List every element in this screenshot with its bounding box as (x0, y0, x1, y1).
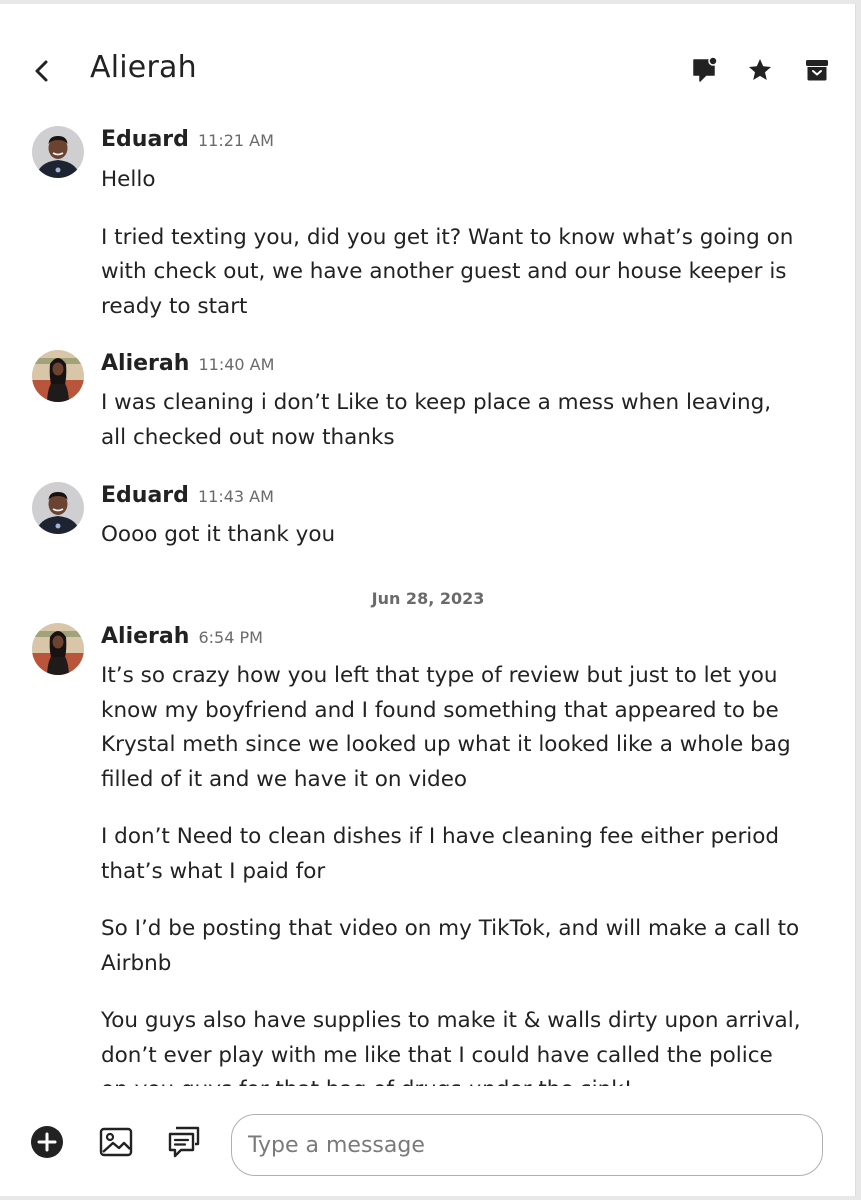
message-text: It’s so crazy how you left that type of … (101, 663, 791, 792)
message-body: It’s so crazy how you left that type of … (101, 659, 801, 1086)
message-text: I tried texting you, did you get it? Wan… (101, 224, 794, 319)
back-button[interactable] (30, 54, 54, 88)
message-text: I don’t Need to clean dishes if I have c… (101, 824, 780, 884)
conversation-header: Alierah (0, 4, 855, 114)
quick-replies-button[interactable] (166, 1124, 202, 1160)
conversation-window: Alierah Eduard 11:21 AM Hello I tried te… (0, 4, 856, 1196)
message-composer (0, 1086, 855, 1196)
message-text: Oooo got it thank you (101, 522, 336, 547)
conversation-title: Alierah (90, 50, 197, 85)
message-body: Hello I tried texting you, did you get i… (101, 163, 801, 347)
message-body: Oooo got it thank you (101, 518, 801, 576)
avatar (32, 623, 84, 675)
message-header: Eduard 11:21 AM (101, 127, 274, 152)
message-time: 11:40 AM (198, 355, 275, 374)
sender-name: Alierah (101, 351, 190, 376)
message-header: Alierah 6:54 PM (101, 624, 263, 649)
message-header: Alierah 11:40 AM (101, 351, 274, 376)
attach-image-button[interactable] (98, 1124, 134, 1160)
message-time: 6:54 PM (198, 628, 263, 647)
message-header: Eduard 11:43 AM (101, 483, 274, 508)
avatar (32, 482, 84, 534)
message-body: I was cleaning i don’t Like to keep plac… (101, 386, 801, 478)
message-time: 11:43 AM (197, 487, 274, 506)
chevron-left-icon (35, 60, 48, 82)
star-button[interactable] (746, 56, 774, 84)
translate-button[interactable] (690, 56, 718, 84)
chat-bubble-icon (693, 56, 718, 82)
archive-button[interactable] (803, 56, 831, 84)
message-list[interactable]: Eduard 11:21 AM Hello I tried texting yo… (0, 114, 855, 1086)
message-time: 11:21 AM (197, 131, 274, 150)
avatar (32, 126, 84, 178)
plus-circle-icon (31, 1126, 63, 1158)
message-text: I was cleaning i don’t Like to keep plac… (101, 390, 772, 450)
message-input-wrapper (231, 1114, 823, 1176)
sender-name: Eduard (101, 127, 189, 152)
sender-name: Alierah (101, 624, 190, 649)
add-button[interactable] (29, 1124, 65, 1160)
date-separator: Jun 28, 2023 (371, 589, 485, 608)
sender-name: Eduard (101, 483, 189, 508)
message-text: You guys also have supplies to make it &… (101, 1008, 801, 1086)
avatar (32, 350, 84, 402)
message-input[interactable] (232, 1115, 822, 1175)
message-text: So I’d be posting that video on my TikTo… (101, 916, 800, 976)
message-bubbles-icon (168, 1126, 200, 1158)
message-text: Hello (101, 167, 156, 192)
archive-icon (806, 60, 828, 81)
image-icon (99, 1127, 133, 1157)
star-icon (749, 59, 771, 80)
